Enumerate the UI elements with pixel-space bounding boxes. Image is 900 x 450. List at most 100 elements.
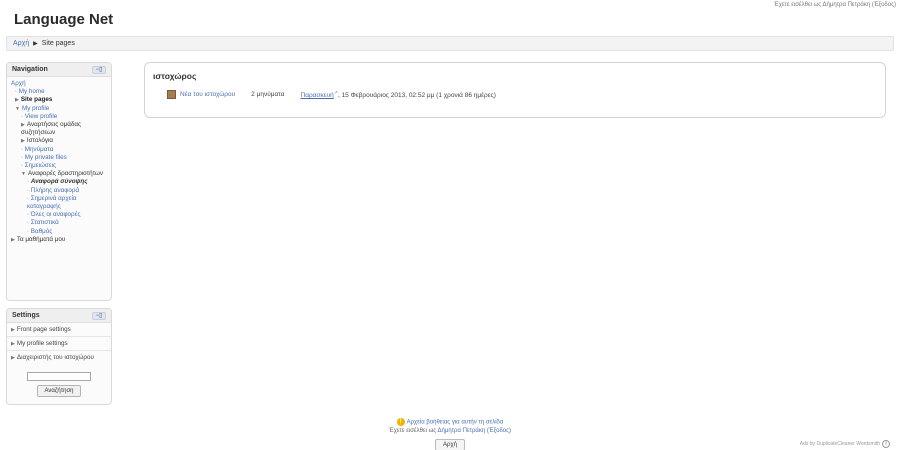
block-collapse-icon[interactable]: −▯ [92,66,106,74]
expand-arrow-icon[interactable]: ▶ [21,138,25,144]
expand-arrow-icon[interactable]: ▶ [15,97,19,103]
settings-block: Settings −▯ ▶ Front page settings ▶ My pro… [6,308,112,405]
footer-home-button[interactable]: Αρχή [435,438,465,450]
settings-block-header: Settings −▯ [7,309,111,323]
main-title: ιστοχώρος [153,71,197,81]
settings-item-my-profile[interactable]: ▶ My profile settings [7,337,111,351]
nav-label[interactable]: Στατιστικά [31,219,59,226]
nav-label[interactable]: Βαθμός [31,228,53,235]
footer-user-link[interactable]: Δήμητρα Πετράκη [438,428,486,434]
nav-item-my-courses[interactable]: ▶ Τα μαθήματά μου [11,236,107,244]
expand-arrow-icon[interactable]: ▶ [11,327,15,333]
nav-item-site-pages[interactable]: ▶ Site pages [11,96,107,104]
collapse-arrow-icon[interactable]: ▼ [15,106,20,112]
expand-arrow-icon[interactable]: ▶ [11,355,15,361]
last-post-date: , 15 Φεβρουάριος 2013, 02:52 μμ (1 χρονι… [337,92,496,100]
nav-label[interactable]: Αρχή [11,80,26,87]
nav-label[interactable]: Μηνύματα [25,146,54,153]
bullet-icon: ▫ [21,154,23,161]
nav-label[interactable]: My profile [22,105,49,112]
powered-by-brand[interactable]: Wordsmith [856,441,880,447]
login-info[interactable]: Έχετε εισέλθει ως Δήμητρα Πετράκη (Έξοδο… [774,2,896,8]
breadcrumb: Αρχή ▶ Site pages [6,36,894,51]
nav-item-grades[interactable]: ▫ Βαθμός [11,228,107,236]
breadcrumb-home[interactable]: Αρχή [13,40,29,47]
bullet-icon: ▫ [27,179,29,186]
expand-arrow-icon[interactable]: ▶ [11,341,15,347]
nav-item-view-profile[interactable]: ▫ View profile [11,113,107,121]
bullet-icon: ▫ [27,212,29,219]
settings-item-site-admin[interactable]: ▶ Διαχειριστής του ιστοχώρου [7,351,111,364]
site-forum-box: ιστοχώρος Νέα του ιστοχώρου 2 μηνύματα Παρ… [144,62,886,118]
settings-list: ▶ Front page settings ▶ My profile setting… [7,323,111,364]
admin-search-button[interactable]: Αναζήτηση [37,385,81,397]
bullet-icon: ▫ [21,146,23,153]
expand-arrow-icon[interactable]: ▶ [21,122,25,128]
nav-item-private-files[interactable]: ▫ My private files [11,154,107,162]
nav-label[interactable]: Πλήρης αναφορά [31,187,79,194]
powered-by-text: Ads by DuplicateCleaner [799,441,857,447]
forum-row: Νέα του ιστοχώρου 2 μηνύματα Παρασκευή↗, 1… [167,90,496,99]
nav-label[interactable]: My home [19,88,45,95]
page-header: Language Net Έχετε εισέλθει ως Δήμητρα Π… [0,0,900,36]
nav-label[interactable]: My private files [25,154,67,161]
bullet-icon: ▫ [21,113,23,120]
navigation-title: Navigation [12,66,48,73]
navigation-block-header: Navigation −▯ [7,63,111,77]
nav-item-my-home[interactable]: ▫ My home [11,88,107,96]
block-collapse-icon[interactable]: −▯ [92,312,106,320]
navigation-block: Navigation −▯ Αρχή ▫ My home ▶ Site pages … [6,62,112,301]
bullet-icon: ▫ [21,163,23,170]
settings-label[interactable]: Διαχειριστής του ιστοχώρου [17,354,94,361]
nav-item-home[interactable]: Αρχή [11,80,107,88]
help-docs-link[interactable]: Αρχεία βοήθειας για αυτήν τη σελίδα [407,420,504,426]
navigation-tree: Αρχή ▫ My home ▶ Site pages ▼ My profile ▫ V… [7,77,111,247]
breadcrumb-separator: ▶ [33,41,38,47]
collapse-arrow-icon[interactable]: ▼ [21,171,26,177]
nav-item-outline-report[interactable]: ▫ Αναφορά σύνοψης [11,178,107,186]
nav-label[interactable]: Σημειώσεις [25,162,56,169]
nav-label[interactable]: Τα μαθήματά μου [17,236,65,243]
nav-label[interactable]: Site pages [21,96,53,103]
nav-item-complete-report[interactable]: ▫ Πλήρης αναφορά [11,187,107,195]
nav-item-messages[interactable]: ▫ Μηνύματα [11,146,107,154]
nav-item-blogs[interactable]: ▶ Ιστολόγια [11,137,107,145]
bullet-icon: ▫ [27,195,29,202]
forum-name-link[interactable]: Νέα του ιστοχώρου [180,91,235,98]
post-count: 2 μηνύματα [251,91,285,99]
nav-label[interactable]: Ιστολόγια [27,137,53,144]
nav-item-forum-posts[interactable]: ▶ Αναρτήσεις ομάδας συζητήσεων [11,121,107,137]
nav-item-todays-logs[interactable]: ▫ Σημερινά αρχεία καταγραφής [11,195,107,211]
settings-item-front-page[interactable]: ▶ Front page settings [7,323,111,337]
powered-by: Ads by DuplicateCleaner Wordsmith i [800,440,890,448]
nav-label[interactable]: Αναφορές δραστηριοτήτων [28,170,103,177]
breadcrumb-current: Site pages [41,40,75,47]
nav-label[interactable]: View profile [25,113,57,120]
info-icon[interactable]: i [882,440,890,448]
nav-item-statistics[interactable]: ▫ Στατιστικά [11,219,107,227]
nav-item-activity-reports[interactable]: ▼ Αναφορές δραστηριοτήτων [11,170,107,178]
last-post-day-link[interactable]: Παρασκευή [301,92,334,99]
bullet-icon: ▫ [27,220,29,227]
admin-search-input[interactable] [27,372,91,381]
nav-item-notes[interactable]: ▫ Σημειώσεις [11,162,107,170]
site-title[interactable]: Language Net [14,11,113,28]
settings-label[interactable]: Front page settings [17,326,71,333]
nav-item-all-logs[interactable]: ▫ Όλες οι αναφορές [11,211,107,219]
nav-label[interactable]: Σημερινά αρχεία καταγραφής [27,195,77,210]
forum-avatar-icon [167,90,176,100]
bullet-icon: ▫ [27,187,29,194]
expand-arrow-icon[interactable]: ▶ [11,237,15,243]
nav-label[interactable]: Αναφορά σύνοψης [31,178,88,185]
footer-login-prefix: Έχετε εισέλθει ως [388,427,438,434]
nav-label[interactable]: Αναρτήσεις ομάδας συζητήσεων [21,121,81,136]
settings-label[interactable]: My profile settings [17,340,68,347]
help-icon: ! [396,418,405,426]
page-footer: ! Αρχεία βοήθειας για αυτήν τη σελίδα Έχε… [0,418,900,450]
nav-item-my-profile[interactable]: ▼ My profile [11,105,107,113]
bullet-icon: ▫ [15,89,17,96]
nav-label[interactable]: Όλες οι αναφορές [31,211,81,218]
bullet-icon: ▫ [27,228,29,235]
footer-logout-link[interactable]: (Έξοδος) [487,428,511,434]
settings-title: Settings [12,312,40,319]
